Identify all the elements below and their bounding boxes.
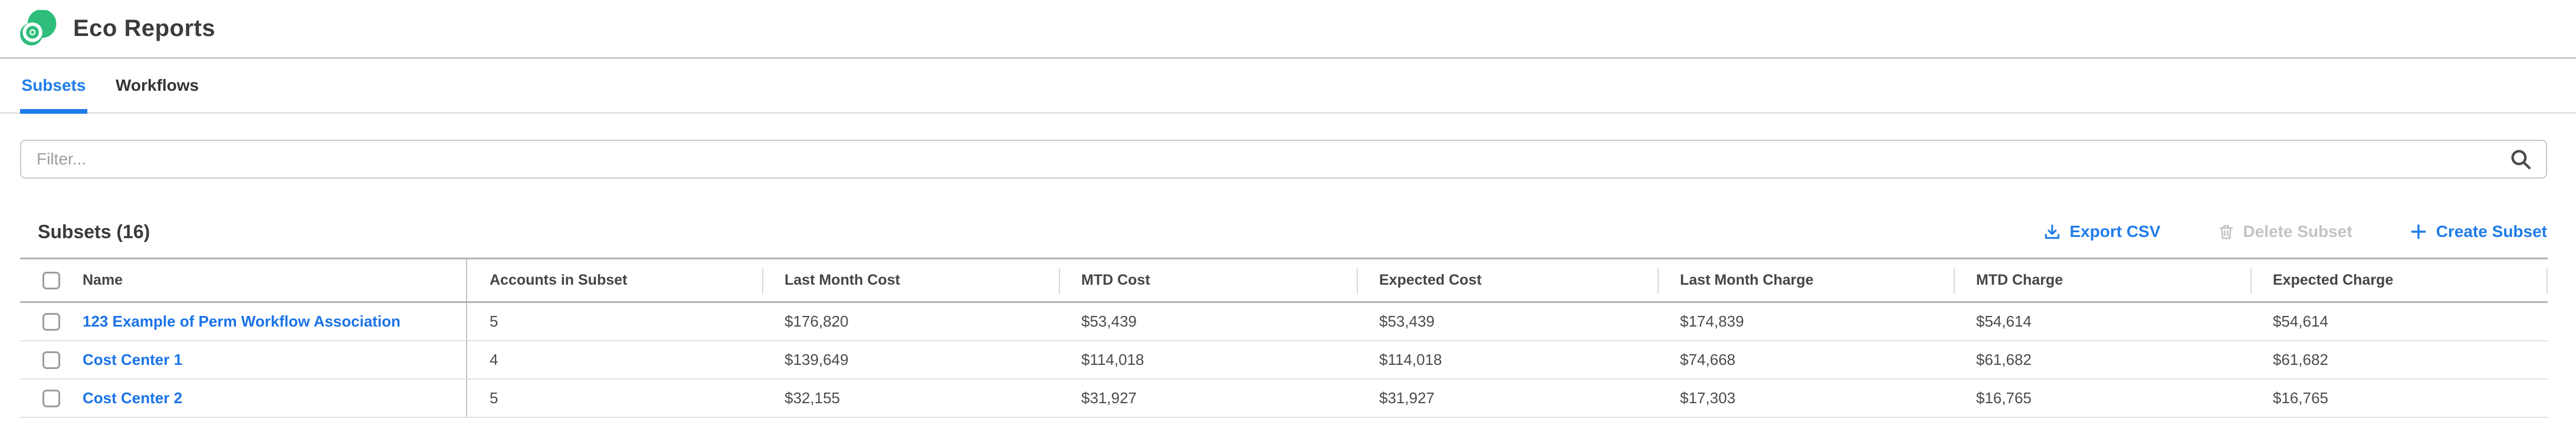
tab-workflows[interactable]: Workflows (107, 59, 207, 112)
create-subset-button[interactable]: Create Subset (2409, 222, 2547, 241)
search-icon[interactable] (2508, 147, 2533, 172)
column-header-expected-cost: Expected Cost (1357, 259, 1658, 301)
cell-name: Cost Center 2 (20, 380, 466, 417)
row-checkbox[interactable] (42, 351, 60, 369)
cell-name: 123 Example of Perm Workflow Association (20, 303, 466, 340)
table-row: Cost Center 2 5 $32,155 $31,927 $31,927 … (20, 380, 2548, 418)
cell-expected-charge: $54,614 (2250, 303, 2548, 340)
app-header: Eco Reports (0, 0, 2576, 59)
cell-expected-cost: $53,439 (1357, 303, 1658, 340)
create-subset-label: Create Subset (2436, 222, 2547, 241)
eco-logo-icon (20, 10, 58, 48)
cell-expected-charge: $16,765 (2250, 380, 2548, 417)
cell-last-month-charge: $74,668 (1658, 341, 1954, 378)
subsets-count-title: Subsets (16) (38, 221, 150, 243)
cell-accounts: 5 (466, 380, 762, 417)
cell-mtd-cost: $53,439 (1059, 303, 1357, 340)
column-header-last-month-cost: Last Month Cost (762, 259, 1059, 301)
cell-expected-charge: $61,682 (2250, 341, 2548, 378)
column-header-accounts: Accounts in Subset (466, 259, 762, 301)
cell-mtd-cost: $31,927 (1059, 380, 1357, 417)
header-name: Name (20, 259, 466, 301)
trash-icon (2217, 222, 2235, 241)
list-header: Subsets (16) Export CSV Delete Subset Cr… (20, 218, 2547, 246)
filter-input[interactable] (20, 140, 2547, 179)
row-checkbox[interactable] (42, 313, 60, 331)
export-csv-label: Export CSV (2070, 222, 2161, 241)
page-title: Eco Reports (73, 15, 215, 42)
table-header-row: Name Accounts in Subset Last Month Cost … (20, 259, 2548, 303)
cell-mtd-charge: $54,614 (1954, 303, 2250, 340)
cell-last-month-charge: $174,839 (1658, 303, 1954, 340)
tab-bar: Subsets Workflows (0, 59, 2576, 114)
cell-last-month-cost: $139,649 (762, 341, 1059, 378)
subset-name-link[interactable]: Cost Center 2 (83, 389, 182, 407)
cell-mtd-charge: $61,682 (1954, 341, 2250, 378)
cell-last-month-charge: $17,303 (1658, 380, 1954, 417)
tab-subsets[interactable]: Subsets (20, 59, 87, 112)
column-header-mtd-charge: MTD Charge (1954, 259, 2250, 301)
subset-name-link[interactable]: 123 Example of Perm Workflow Association (83, 312, 401, 331)
column-header-last-month-charge: Last Month Charge (1658, 259, 1954, 301)
delete-subset-label: Delete Subset (2243, 222, 2352, 241)
cell-mtd-cost: $114,018 (1059, 341, 1357, 378)
cell-accounts: 4 (466, 341, 762, 378)
cell-last-month-cost: $32,155 (762, 380, 1059, 417)
delete-subset-button[interactable]: Delete Subset (2217, 222, 2352, 241)
cell-expected-cost: $114,018 (1357, 341, 1658, 378)
subsets-table: Name Accounts in Subset Last Month Cost … (20, 258, 2548, 418)
column-header-mtd-cost: MTD Cost (1059, 259, 1357, 301)
export-csv-button[interactable]: Export CSV (2043, 222, 2161, 241)
column-header-expected-charge: Expected Charge (2250, 259, 2548, 301)
select-all-checkbox[interactable] (42, 272, 60, 289)
action-buttons: Export CSV Delete Subset Create Subset (2043, 222, 2548, 241)
plus-icon (2409, 222, 2428, 241)
filter-bar (20, 140, 2547, 179)
column-header-name: Name (83, 272, 123, 289)
cell-last-month-cost: $176,820 (762, 303, 1059, 340)
table-row: 123 Example of Perm Workflow Association… (20, 303, 2548, 341)
cell-expected-cost: $31,927 (1357, 380, 1658, 417)
subset-name-link[interactable]: Cost Center 1 (83, 351, 182, 369)
cell-mtd-charge: $16,765 (1954, 380, 2250, 417)
download-icon (2043, 222, 2062, 241)
cell-accounts: 5 (466, 303, 762, 340)
table-row: Cost Center 1 4 $139,649 $114,018 $114,0… (20, 341, 2548, 380)
cell-name: Cost Center 1 (20, 341, 466, 378)
row-checkbox[interactable] (42, 390, 60, 407)
